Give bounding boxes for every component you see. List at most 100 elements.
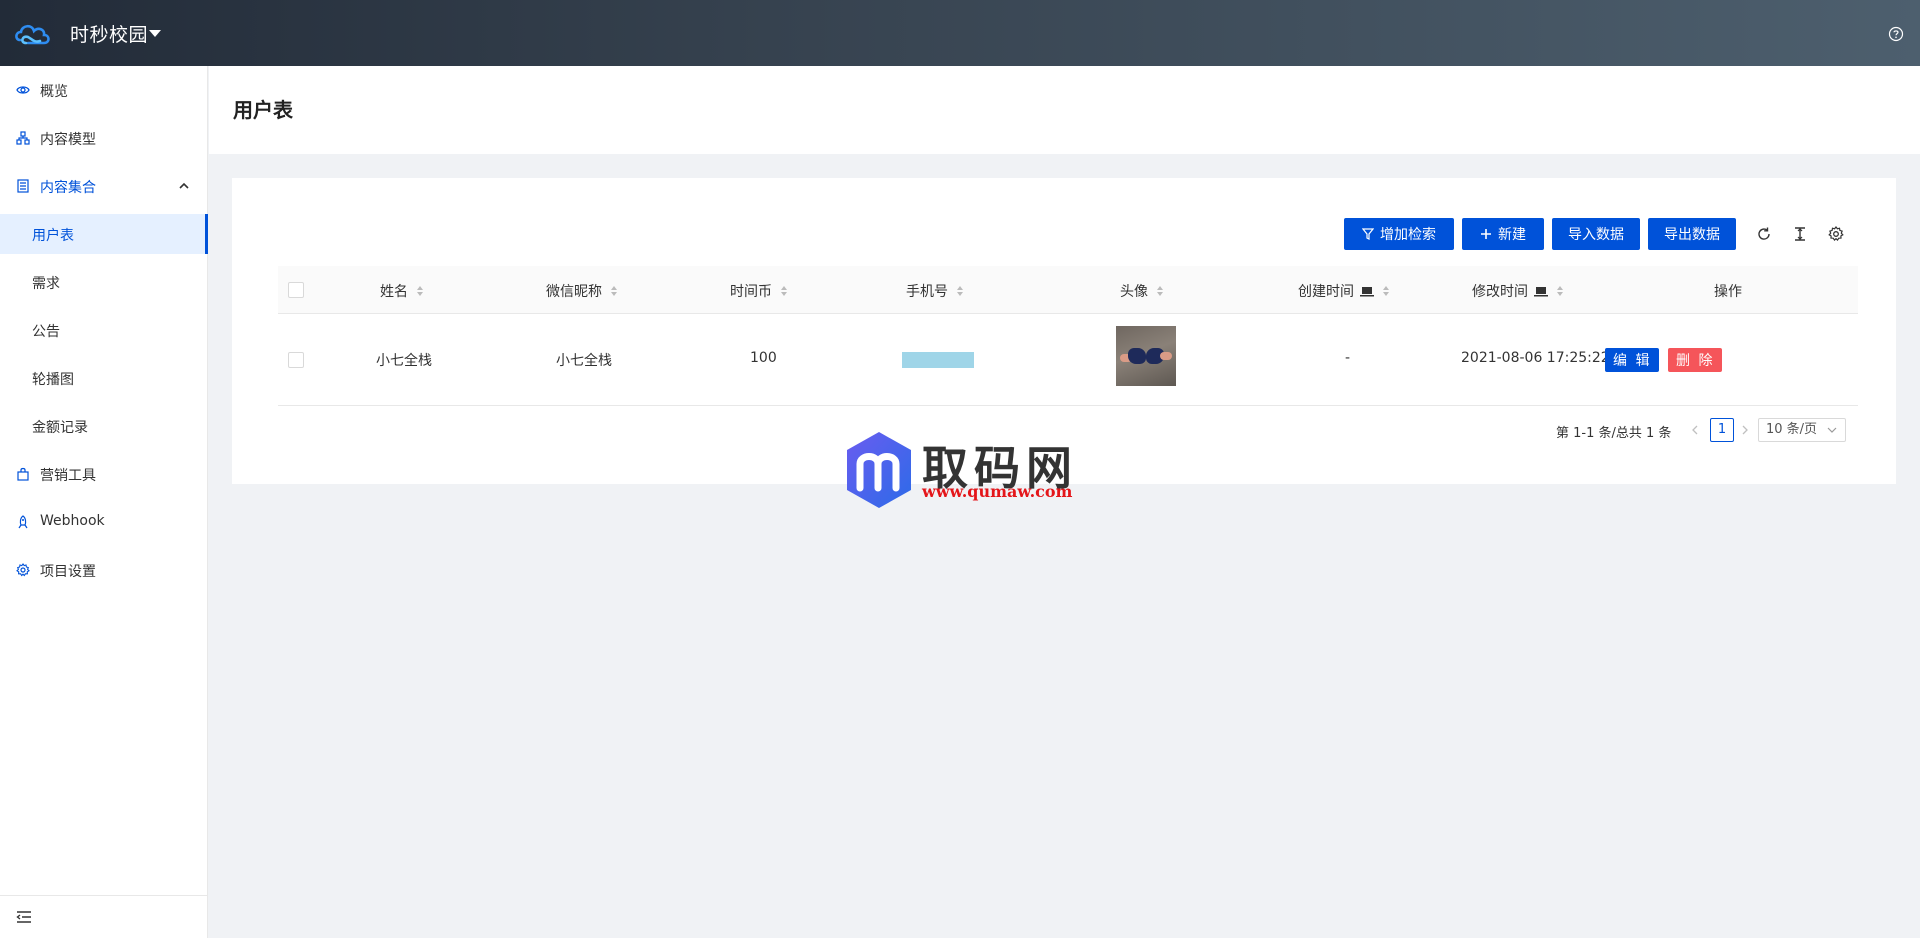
sidebar-item-label: 营销工具 — [40, 468, 96, 484]
sidebar-item-label: 公告 — [32, 324, 60, 340]
column-header-label: 创建时间 — [1298, 284, 1354, 300]
eye-icon — [16, 86, 30, 94]
app-title[interactable]: 时秒校园 — [70, 20, 148, 47]
sidebar-item-label: 轮播图 — [32, 372, 74, 388]
sidebar: 概览 内容模型 内容集合 用户表 需求 公告 轮播图 金额记录 营销工具 Web… — [0, 66, 208, 938]
page-size-select[interactable]: 10 条/页 — [1758, 418, 1846, 442]
sort-icon[interactable] — [1156, 285, 1164, 297]
table-toolbar: 增加检索 新建 导入数据 导出数据 — [232, 218, 1896, 250]
sort-icon[interactable] — [780, 285, 788, 297]
export-data-label: 导出数据 — [1664, 226, 1720, 242]
column-header-phone[interactable]: 手机号 — [906, 281, 964, 301]
cloud-logo-icon[interactable] — [14, 18, 52, 48]
column-height-icon[interactable] — [1792, 226, 1808, 242]
cell-coins: 100 — [750, 350, 777, 366]
pagination-total: 第 1-1 条/总共 1 条 — [1556, 426, 1672, 441]
column-header-name[interactable]: 姓名 — [380, 281, 424, 301]
rocket-icon — [18, 515, 28, 529]
computer-icon — [1360, 286, 1374, 296]
cell-nickname: 小七全栈 — [556, 353, 612, 369]
watermark-url: www.qumaw.com — [922, 482, 1073, 501]
sidebar-item-content-model[interactable]: 内容模型 — [0, 118, 208, 158]
sidebar-item-marketing[interactable]: 营销工具 — [0, 454, 208, 494]
sidebar-item-label: Webhook — [40, 513, 105, 529]
sidebar-footer — [0, 895, 208, 938]
sidebar-item-overview[interactable]: 概览 — [0, 70, 208, 110]
sort-icon[interactable] — [1556, 285, 1564, 297]
column-header-label: 微信昵称 — [546, 284, 602, 300]
sidebar-item-webhook[interactable]: Webhook — [0, 502, 208, 542]
phone-redaction — [902, 352, 974, 368]
sidebar-item-carousel[interactable]: 轮播图 — [0, 358, 208, 398]
sort-icon[interactable] — [1382, 285, 1390, 297]
avatar-hand-right — [1160, 352, 1172, 360]
column-header-created[interactable]: 创建时间 — [1298, 281, 1390, 301]
edit-button[interactable]: 编 辑 — [1605, 348, 1660, 372]
delete-button[interactable]: 删 除 — [1668, 348, 1723, 372]
avatar-image[interactable] — [1116, 326, 1176, 386]
sidebar-item-content-collection[interactable]: 内容集合 — [0, 166, 208, 206]
import-data-label: 导入数据 — [1568, 226, 1624, 242]
import-data-button[interactable]: 导入数据 — [1552, 218, 1640, 250]
next-page-icon[interactable] — [1740, 424, 1750, 436]
column-header-label: 修改时间 — [1472, 284, 1528, 300]
column-header-label: 姓名 — [380, 284, 408, 300]
collection-icon — [17, 179, 29, 193]
column-header-label: 头像 — [1120, 284, 1148, 300]
computer-icon — [1534, 286, 1548, 296]
column-header-nickname[interactable]: 微信昵称 — [546, 281, 618, 301]
add-filter-button[interactable]: 增加检索 — [1344, 218, 1454, 250]
watermark-logo-icon — [847, 432, 911, 508]
filter-icon — [1362, 228, 1374, 240]
page-header: 用户表 — [209, 66, 1920, 154]
sidebar-item-label: 内容模型 — [40, 132, 96, 148]
sidebar-item-label: 概览 — [40, 84, 68, 100]
column-header-label: 手机号 — [906, 284, 948, 300]
sidebar-item-label: 用户表 — [32, 228, 74, 244]
caret-down-icon[interactable] — [149, 30, 161, 37]
sidebar-item-label: 金额记录 — [32, 420, 88, 436]
sidebar-item-announcements[interactable]: 公告 — [0, 310, 208, 350]
chevron-up-icon[interactable] — [178, 180, 190, 192]
export-data-button[interactable]: 导出数据 — [1648, 218, 1736, 250]
new-label: 新建 — [1498, 226, 1526, 242]
page-title: 用户表 — [233, 98, 293, 122]
sort-icon[interactable] — [956, 285, 964, 297]
page-size-value: 10 条/页 — [1766, 422, 1818, 437]
column-header-label: 操作 — [1714, 284, 1742, 300]
column-header-coins[interactable]: 时间币 — [730, 281, 788, 301]
add-filter-label: 增加检索 — [1380, 226, 1436, 242]
model-icon — [16, 131, 30, 145]
refresh-icon[interactable] — [1756, 226, 1772, 242]
page-number-current[interactable]: 1 — [1710, 418, 1734, 442]
sidebar-item-user-table[interactable]: 用户表 — [0, 214, 208, 254]
settings-gear-icon[interactable] — [1828, 226, 1844, 242]
sidebar-item-project-settings[interactable]: 项目设置 — [0, 550, 208, 590]
plus-icon — [1481, 229, 1491, 239]
column-header-avatar[interactable]: 头像 — [1120, 281, 1164, 301]
cell-modified: 2021-08-06 17:25:22 — [1461, 350, 1610, 366]
chevron-down-icon — [1827, 427, 1837, 433]
table-row: 小七全栈 小七全栈 100 - 2021-08-06 17:25:22 编 辑 … — [278, 314, 1858, 406]
prev-page-icon[interactable] — [1690, 424, 1700, 436]
sidebar-item-label: 项目设置 — [40, 564, 96, 580]
sidebar-item-amount-records[interactable]: 金额记录 — [0, 406, 208, 446]
select-all-checkbox[interactable] — [288, 282, 304, 298]
sort-icon[interactable] — [610, 285, 618, 297]
new-button[interactable]: 新建 — [1462, 218, 1544, 250]
column-header-label: 时间币 — [730, 284, 772, 300]
top-header: 时秒校园 — [0, 0, 1920, 66]
sidebar-item-label: 需求 — [32, 276, 60, 292]
help-icon[interactable] — [1888, 26, 1904, 42]
sidebar-item-requirements[interactable]: 需求 — [0, 262, 208, 302]
gear-icon — [16, 563, 30, 577]
cell-name: 小七全栈 — [376, 353, 432, 369]
avatar-object-left — [1128, 348, 1146, 364]
row-checkbox[interactable] — [288, 352, 304, 368]
bag-icon — [17, 467, 29, 481]
table-header: 姓名 微信昵称 时间币 手机号 头像 创建时间 修改时间 操作 — [278, 266, 1858, 314]
column-header-modified[interactable]: 修改时间 — [1472, 281, 1564, 301]
sort-icon[interactable] — [416, 285, 424, 297]
sidebar-item-label: 内容集合 — [40, 180, 96, 196]
menu-collapse-icon[interactable] — [16, 910, 32, 924]
